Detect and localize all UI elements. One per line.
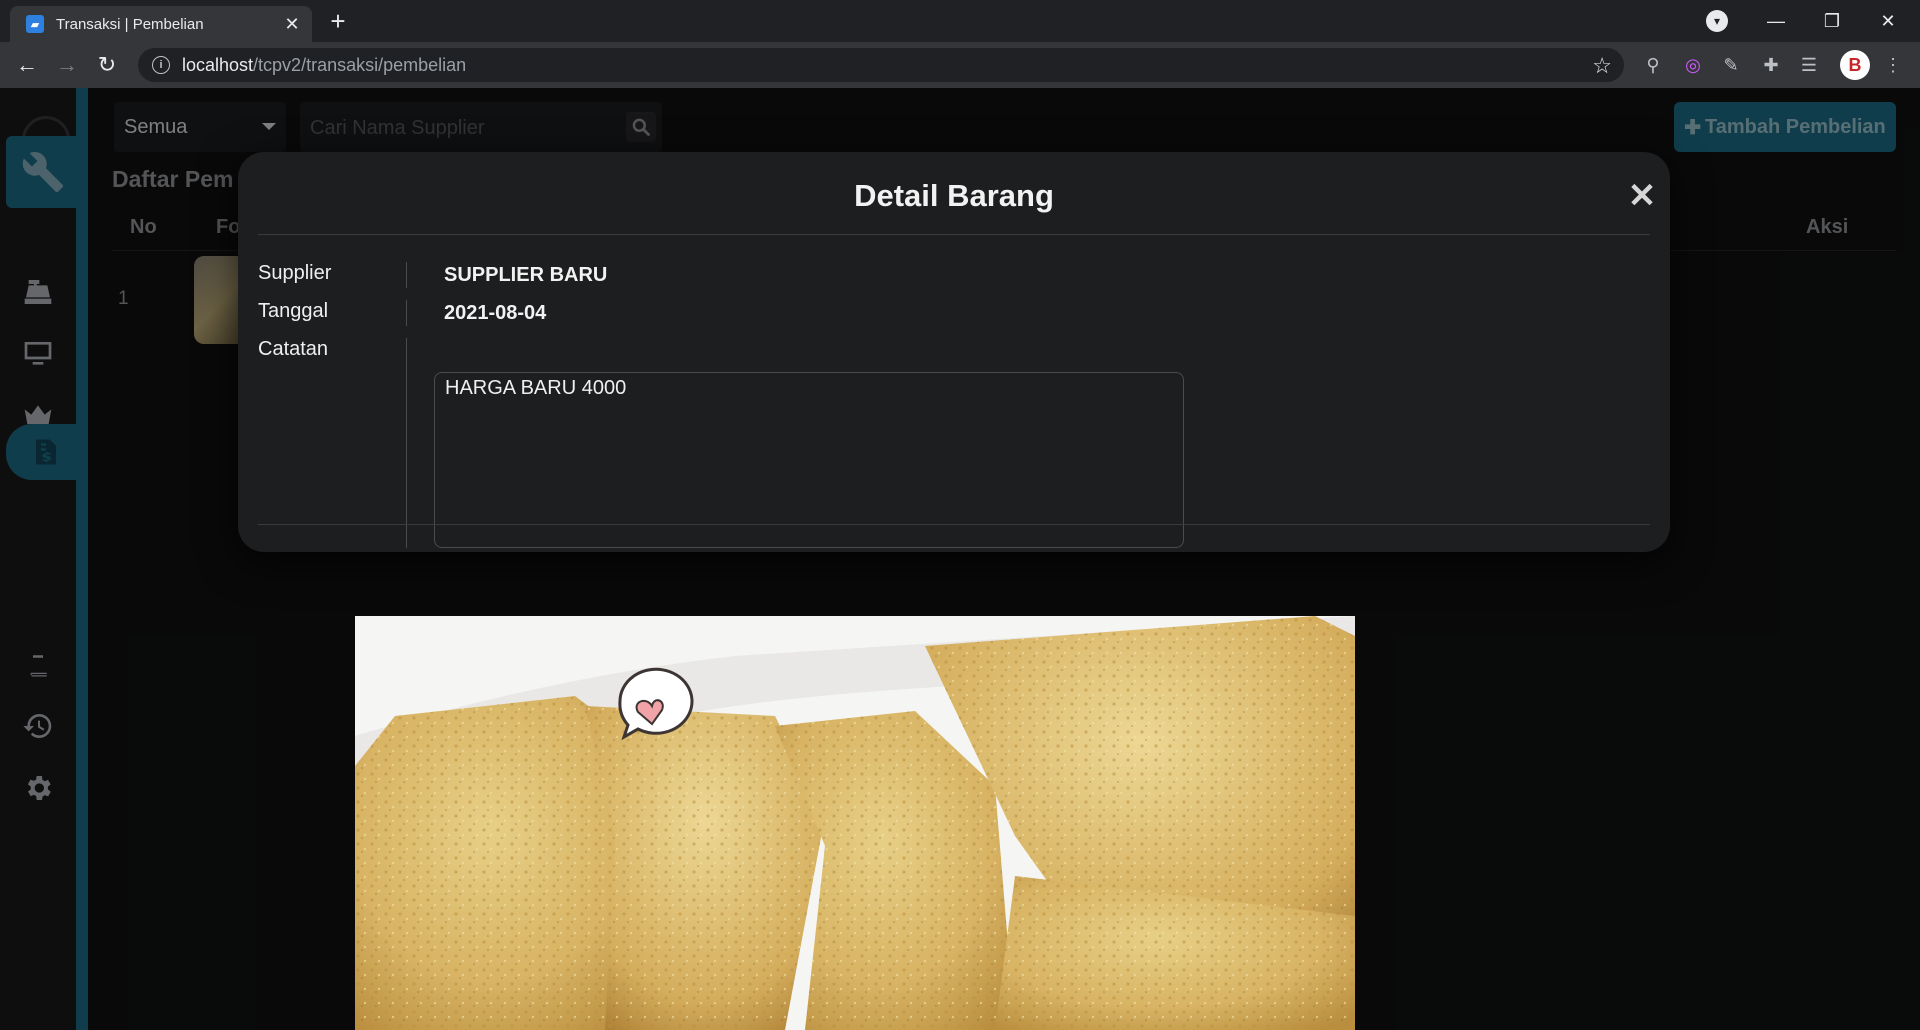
back-button[interactable]: ← — [10, 48, 44, 82]
modal-title: Detail Barang — [854, 178, 1054, 213]
new-tab-button[interactable]: + — [322, 6, 354, 38]
extensions-puzzle-icon[interactable]: ✚ — [1758, 52, 1784, 78]
close-icon[interactable]: ✕ — [1622, 176, 1662, 216]
pen-extension-icon[interactable]: ✎ — [1718, 52, 1744, 78]
field-separator — [406, 338, 407, 548]
catatan-textarea[interactable]: HARGA BARU 4000 — [434, 372, 1184, 548]
site-info-icon[interactable]: i — [152, 56, 170, 74]
profile-avatar[interactable]: B — [1840, 50, 1870, 80]
tab-search-icon[interactable]: ▾ — [1706, 10, 1728, 32]
product-photo — [355, 616, 1355, 1030]
modal-divider-top — [258, 234, 1650, 235]
supplier-label: Supplier — [258, 262, 332, 284]
bookmark-star-icon[interactable]: ☆ — [1592, 53, 1612, 79]
browser-tab[interactable]: ▰ Transaksi | Pembelian ✕ — [10, 6, 312, 42]
app-favicon-icon: ▰ — [26, 15, 44, 33]
address-bar[interactable]: i localhost/tcpv2/transaksi/pembelian ☆ — [138, 48, 1624, 82]
tanggal-label: Tanggal — [258, 300, 329, 322]
browser-menu-icon[interactable]: ⋮ — [1880, 52, 1906, 78]
media-queue-icon[interactable]: ☰ — [1796, 52, 1822, 78]
tanggal-value: 2021-08-04 — [444, 302, 547, 324]
forward-button[interactable]: → — [50, 48, 84, 82]
modal-divider-bottom — [258, 524, 1650, 525]
app-root: Semua ✚ Tambah Pembelian Daftar Pem No F… — [0, 88, 1920, 1030]
field-separator — [406, 262, 407, 288]
tempeh-chips-image — [355, 616, 1355, 1030]
window-close-button[interactable]: ✕ — [1860, 4, 1916, 38]
tab-title: Transaksi | Pembelian — [56, 15, 204, 33]
detail-modal: Detail Barang ✕ Supplier SUPPLIER BARU T… — [238, 152, 1670, 552]
reload-button[interactable]: ↻ — [90, 48, 124, 82]
location-icon[interactable]: ⚲ — [1640, 52, 1666, 78]
field-separator — [406, 300, 407, 326]
tab-close-icon[interactable]: ✕ — [278, 14, 306, 35]
browser-toolbar: ← → ↻ i localhost/tcpv2/transaksi/pembel… — [0, 42, 1920, 88]
restore-button[interactable]: ❐ — [1804, 4, 1860, 38]
minimize-button[interactable]: — — [1748, 4, 1804, 38]
color-picker-extension-icon[interactable]: ◎ — [1680, 52, 1706, 78]
catatan-label: Catatan — [258, 338, 329, 360]
supplier-value: SUPPLIER BARU — [444, 264, 608, 286]
browser-tab-bar: ▰ Transaksi | Pembelian ✕ + ▾ — ❐ ✕ — [0, 0, 1920, 42]
url-text: localhost/tcpv2/transaksi/pembelian — [182, 54, 467, 75]
